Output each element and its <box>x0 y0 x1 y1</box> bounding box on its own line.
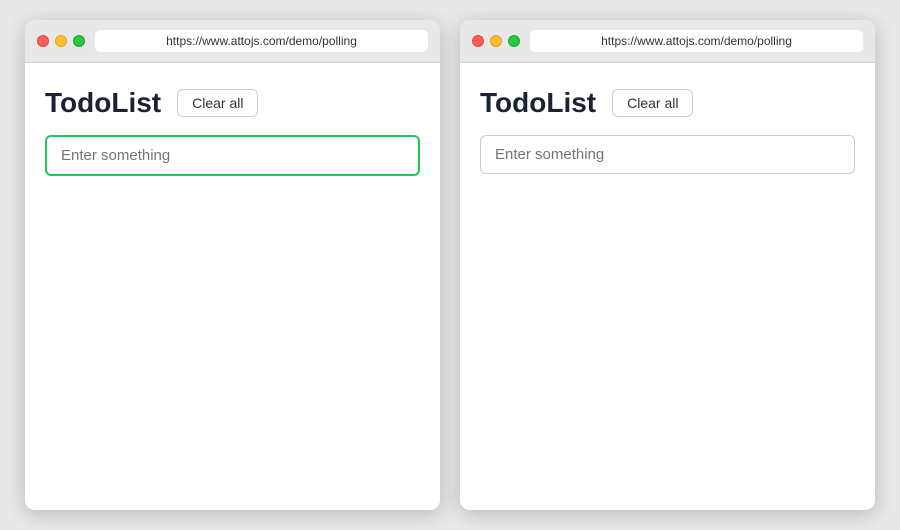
titlebar-left: https://www.attojs.com/demo/polling <box>25 20 440 63</box>
address-bar-left[interactable]: https://www.attojs.com/demo/polling <box>95 30 428 52</box>
maximize-button-right[interactable] <box>508 35 520 47</box>
clear-all-button-right[interactable]: Clear all <box>612 89 693 117</box>
browser-content-left: TodoList Clear all <box>25 63 440 510</box>
app-title-left: TodoList <box>45 87 161 119</box>
browser-content-right: TodoList Clear all <box>460 63 875 510</box>
clear-all-button-left[interactable]: Clear all <box>177 89 258 117</box>
maximize-button-left[interactable] <box>73 35 85 47</box>
close-button-right[interactable] <box>472 35 484 47</box>
app-title-right: TodoList <box>480 87 596 119</box>
todo-input-right[interactable] <box>480 135 855 174</box>
close-button-left[interactable] <box>37 35 49 47</box>
traffic-lights-right <box>472 35 520 47</box>
todo-input-left[interactable] <box>45 135 420 176</box>
app-header-right: TodoList Clear all <box>480 87 855 119</box>
titlebar-right: https://www.attojs.com/demo/polling <box>460 20 875 63</box>
traffic-lights-left <box>37 35 85 47</box>
app-header-left: TodoList Clear all <box>45 87 420 119</box>
minimize-button-left[interactable] <box>55 35 67 47</box>
minimize-button-right[interactable] <box>490 35 502 47</box>
address-bar-right[interactable]: https://www.attojs.com/demo/polling <box>530 30 863 52</box>
browser-window-left: https://www.attojs.com/demo/polling Todo… <box>25 20 440 510</box>
browser-window-right: https://www.attojs.com/demo/polling Todo… <box>460 20 875 510</box>
